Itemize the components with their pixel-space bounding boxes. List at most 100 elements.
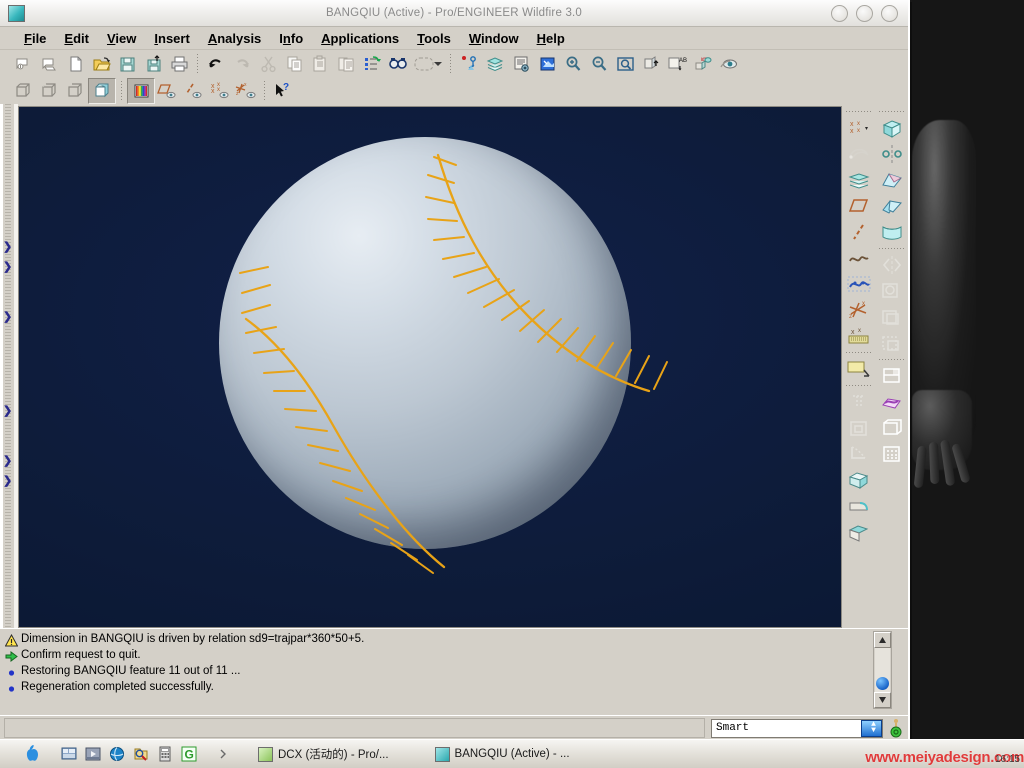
menu-item-file[interactable]: File: [16, 30, 54, 47]
new-file-icon[interactable]: [62, 52, 88, 76]
rail-expand-arrow[interactable]: ❯: [3, 456, 13, 466]
open-file-icon[interactable]: [88, 52, 114, 76]
selection-filter-combobox[interactable]: Smart ▲▼: [711, 719, 883, 738]
scroll-down-arrow[interactable]: [874, 692, 891, 708]
merge-icon[interactable]: [878, 415, 906, 441]
shell-icon[interactable]: [845, 415, 873, 441]
model-player-icon[interactable]: [508, 52, 534, 76]
chamfer-edge-icon[interactable]: [845, 493, 873, 519]
color-appearance-icon[interactable]: [127, 78, 155, 104]
datum-axis-dash-icon[interactable]: [845, 219, 873, 245]
taskbar-window-bangqiu[interactable]: BANGQIU (Active) - ...: [427, 744, 578, 764]
cut-icon[interactable]: [255, 52, 281, 76]
layers-icon[interactable]: [482, 52, 508, 76]
menu-item-insert[interactable]: Insert: [146, 30, 197, 47]
calculator-icon[interactable]: [156, 745, 174, 763]
redo-icon[interactable]: [229, 52, 255, 76]
trim-icon[interactable]: [878, 363, 906, 389]
rail-expand-arrow[interactable]: ❯: [3, 312, 13, 322]
sketched-curve-icon[interactable]: [845, 271, 873, 297]
hidden-line-icon[interactable]: [36, 79, 62, 103]
copy-icon[interactable]: [281, 52, 307, 76]
menu-item-analysis[interactable]: Analysis: [200, 30, 269, 47]
wireframe-icon[interactable]: [10, 79, 36, 103]
select-box-icon[interactable]: [411, 52, 437, 76]
rail-expand-arrow[interactable]: ❯: [3, 242, 13, 252]
mirror-icon[interactable]: [878, 252, 906, 278]
coord-system-icon[interactable]: xz: [845, 297, 873, 323]
scroll-up-arrow[interactable]: [874, 632, 891, 648]
extrude-flag-icon[interactable]: [845, 356, 873, 382]
menu-item-applications[interactable]: Applications: [313, 30, 407, 47]
layer-stack-icon[interactable]: [845, 167, 873, 193]
context-help-icon[interactable]: ?: [270, 79, 296, 103]
extrude-icon[interactable]: [878, 115, 906, 141]
datum-point-display-icon[interactable]: xxxx: [207, 79, 233, 103]
curve-icon[interactable]: [845, 245, 873, 271]
close-button[interactable]: [881, 5, 898, 22]
paste-icon[interactable]: [307, 52, 333, 76]
model-viewport[interactable]: [18, 106, 842, 628]
rail-expand-arrow[interactable]: ❯: [3, 476, 13, 486]
datum-plane-icon[interactable]: [456, 52, 482, 76]
datum-point-icon[interactable]: xxxx: [845, 115, 873, 141]
menu-item-tools[interactable]: Tools: [409, 30, 459, 47]
saved-view-icon[interactable]: [638, 52, 664, 76]
no-hidden-icon[interactable]: [62, 79, 88, 103]
datum-axis-display-icon[interactable]: [181, 79, 207, 103]
repaint-icon[interactable]: [534, 52, 560, 76]
rail-expand-arrow[interactable]: ❯: [3, 406, 13, 416]
model-tree-rail[interactable]: ❯ ❯ ❯ ❯ ❯ ❯: [0, 104, 18, 628]
menu-item-window[interactable]: Window: [461, 30, 527, 47]
sweep-icon[interactable]: [878, 167, 906, 193]
new-session-icon[interactable]: [10, 52, 36, 76]
show-desktop-icon[interactable]: [60, 745, 78, 763]
spinner-updown-icon[interactable]: ▲▼: [861, 720, 882, 737]
offset-curve-icon[interactable]: [845, 141, 873, 167]
visibility-icon[interactable]: [716, 52, 742, 76]
media-player-icon[interactable]: [84, 745, 102, 763]
find-icon[interactable]: [385, 52, 411, 76]
group-icon[interactable]: [878, 330, 906, 356]
round-icon[interactable]: [845, 467, 873, 493]
coord-system-display-icon[interactable]: xz: [233, 79, 259, 103]
datum-plane-icon[interactable]: [845, 193, 873, 219]
chamfer-corner-icon[interactable]: [845, 519, 873, 545]
datum-plane-display-icon[interactable]: [155, 79, 181, 103]
mesh-surface-icon[interactable]: [878, 441, 906, 467]
scrollbar-thumb[interactable]: [876, 677, 889, 690]
reorient-icon[interactable]: [690, 52, 716, 76]
title-bar[interactable]: BANGQIU (Active) - Pro/ENGINEER Wildfire…: [0, 0, 908, 27]
regenerate-icon[interactable]: [359, 52, 385, 76]
browser-globe-icon[interactable]: [108, 745, 126, 763]
scrollbar-track[interactable]: [875, 648, 890, 692]
google-g-icon[interactable]: G: [180, 745, 198, 763]
maximize-button[interactable]: [856, 5, 873, 22]
explorer-icon[interactable]: [132, 745, 150, 763]
refit-icon[interactable]: [612, 52, 638, 76]
shading-icon[interactable]: [88, 78, 116, 104]
zoom-in-icon[interactable]: [560, 52, 586, 76]
minimize-button[interactable]: [831, 5, 848, 22]
annotation-icon[interactable]: AB: [664, 52, 690, 76]
menu-item-help[interactable]: Help: [529, 30, 573, 47]
rail-expand-arrow[interactable]: ❯: [3, 262, 13, 272]
rib-icon[interactable]: [845, 389, 873, 415]
draft-icon[interactable]: [845, 441, 873, 467]
revolve-icon[interactable]: [878, 141, 906, 167]
boundary-blend-icon[interactable]: [878, 219, 906, 245]
save-icon[interactable]: [114, 52, 140, 76]
warp-icon[interactable]: [878, 389, 906, 415]
menu-item-info[interactable]: Info: [271, 30, 311, 47]
blend-icon[interactable]: [878, 193, 906, 219]
copy-feature-icon[interactable]: [878, 304, 906, 330]
message-log-scrollbar[interactable]: [873, 631, 892, 709]
print-icon[interactable]: [166, 52, 192, 76]
paste-special-icon[interactable]: [333, 52, 359, 76]
chevron-right-icon[interactable]: [214, 745, 232, 763]
pattern-icon[interactable]: [878, 278, 906, 304]
menu-item-edit[interactable]: Edit: [56, 30, 97, 47]
save-a-copy-icon[interactable]: [140, 52, 166, 76]
zoom-out-icon[interactable]: [586, 52, 612, 76]
apple-logo-icon[interactable]: [22, 745, 40, 763]
